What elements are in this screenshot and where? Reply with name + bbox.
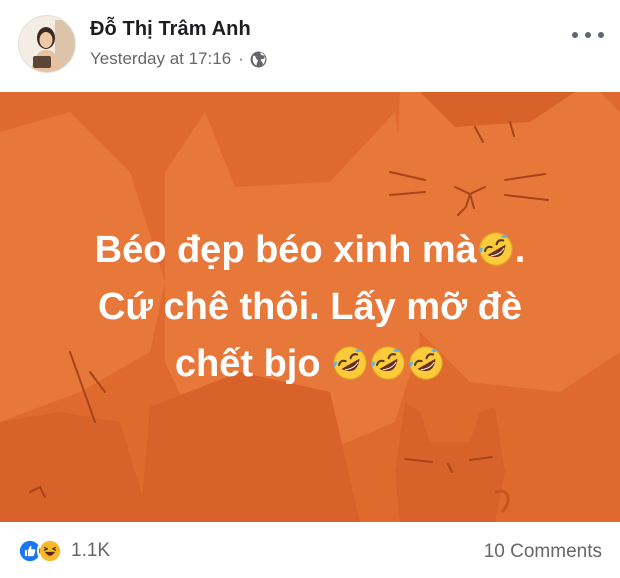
post-text-line-3-text: chết bjo [174, 343, 321, 385]
post-text: Béo đẹp béo xinh mà. Cứ chê thôi. Lấy mỡ… [0, 222, 620, 393]
post-text-line-1: Béo đẹp béo xinh mà. [0, 222, 620, 279]
post-text-line-1-suffix: . [514, 229, 526, 271]
post-header: Đỗ Thị Trâm Anh Yesterday at 17:16 · [0, 0, 620, 92]
reaction-count: 1.1K [71, 540, 111, 561]
author-name[interactable]: Đỗ Thị Trâm Anh [90, 18, 251, 41]
rolling-on-floor-laughing-icon [477, 228, 515, 266]
post-text-line-3: chết bjo [0, 336, 620, 393]
haha-icon [37, 538, 63, 564]
more-horizontal-icon [585, 32, 591, 38]
post-text-line-1-text: Béo đẹp béo xinh mà [94, 229, 477, 271]
more-horizontal-icon [598, 32, 604, 38]
comments-count-link[interactable]: 10 Comments [484, 541, 602, 563]
meta-separator: · [238, 49, 244, 68]
reactions-summary[interactable]: 1.1K [17, 538, 110, 564]
avatar[interactable] [18, 15, 76, 73]
avatar-image [19, 16, 75, 72]
rolling-on-floor-laughing-icon [331, 342, 369, 380]
more-horizontal-icon [572, 32, 578, 38]
more-options-button[interactable] [572, 24, 604, 46]
facebook-post: Đỗ Thị Trâm Anh Yesterday at 17:16 · Béo… [0, 0, 620, 578]
globe-icon [250, 51, 267, 68]
post-timestamp[interactable]: Yesterday at 17:16 [90, 49, 231, 69]
post-text-line-2: Cứ chê thôi. Lấy mỡ đè [97, 286, 523, 328]
rolling-on-floor-laughing-icon [369, 342, 407, 380]
rolling-on-floor-laughing-icon [407, 342, 445, 380]
post-footer: 1.1K 10 Comments [0, 522, 620, 578]
post-meta: Yesterday at 17:16 · [90, 48, 267, 70]
post-text-background: Béo đẹp béo xinh mà. Cứ chê thôi. Lấy mỡ… [0, 92, 620, 522]
